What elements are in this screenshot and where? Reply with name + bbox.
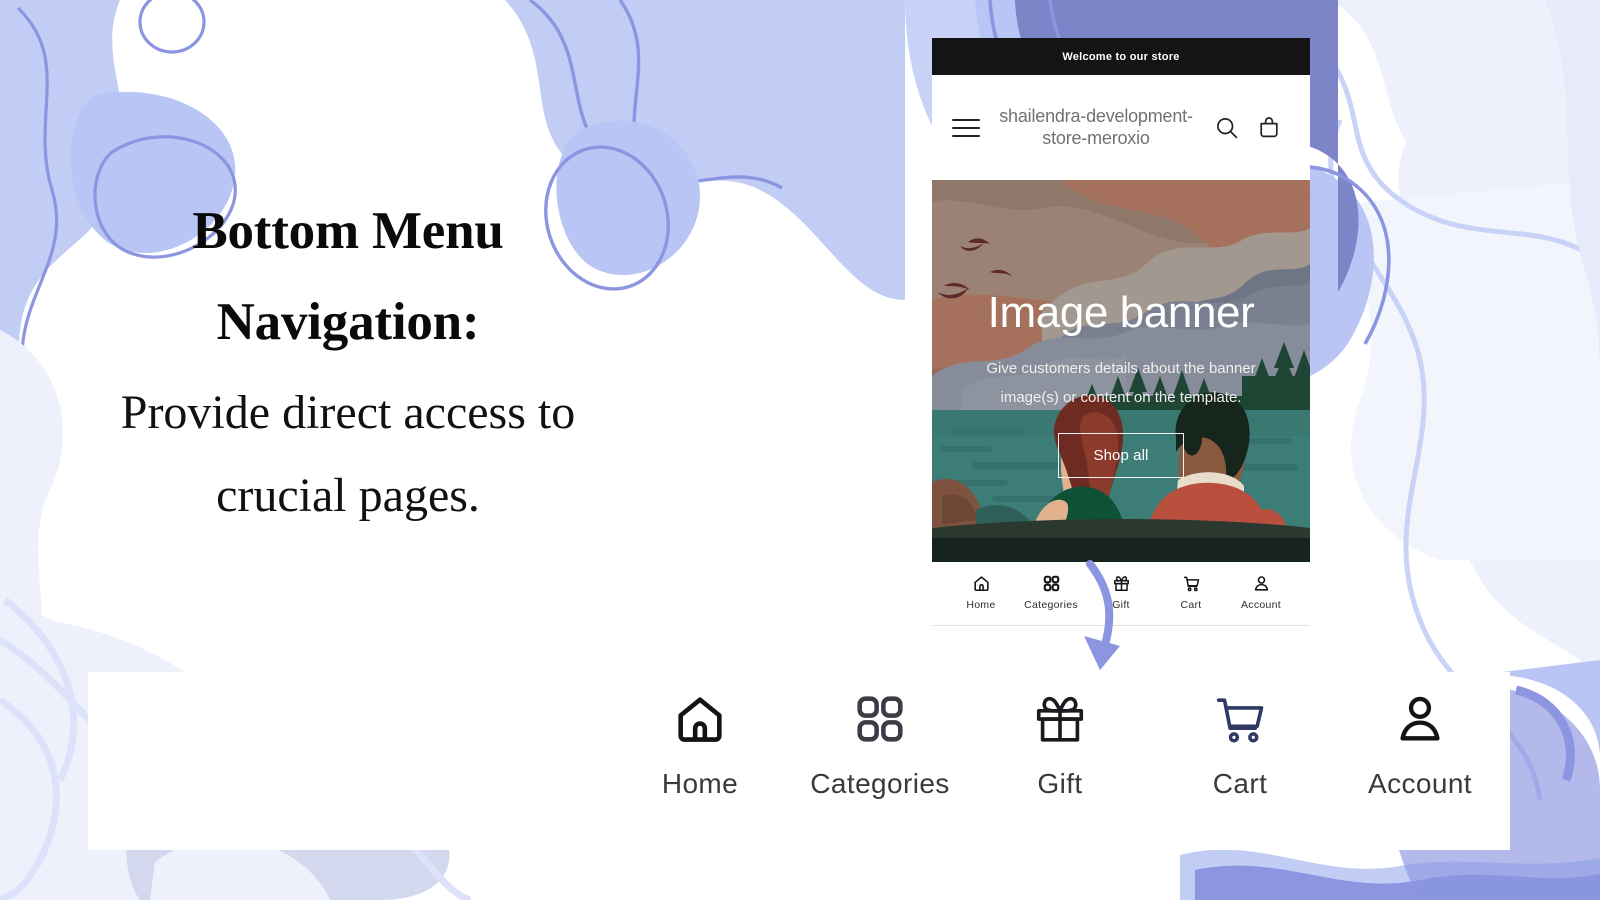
shop-all-button[interactable]: Shop all [1058, 432, 1184, 478]
store-name[interactable]: shailendra-development-store-meroxio [986, 106, 1206, 150]
banner-overlay: Image banner Give customers details abou… [932, 180, 1310, 562]
home-icon [972, 574, 991, 593]
nav-item-categories[interactable]: Categories [1016, 574, 1086, 611]
home-icon [671, 690, 729, 748]
nav-label: Home [966, 599, 996, 611]
page-title: Bottom Menu Navigation: [192, 202, 504, 352]
grid-squares-icon [851, 690, 909, 748]
gift-box-icon [1031, 690, 1089, 748]
showcase-label: Categories [810, 768, 950, 799]
gift-box-icon [1112, 574, 1131, 593]
nav-label: Cart [1180, 599, 1202, 611]
showcase-item-categories[interactable]: Categories [790, 690, 970, 800]
page-subtitle: Provide direct access to crucial pages. [120, 386, 576, 522]
showcase-label: Home [661, 768, 739, 799]
nav-label: Gift [1112, 599, 1130, 611]
slide-canvas: Bottom Menu Navigation: Provide direct a… [0, 0, 1600, 900]
announcement-text: Welcome to our store [1062, 50, 1180, 63]
showcase-item-gift[interactable]: Gift [970, 690, 1150, 800]
nav-item-account[interactable]: Account [1226, 574, 1296, 611]
shopping-cart-icon [1182, 574, 1201, 593]
mobile-bottom-nav: Home Categories Gift Cart Account [932, 562, 1310, 626]
nav-label: Categories [1024, 599, 1078, 611]
hamburger-bar [952, 134, 980, 137]
nav-item-gift[interactable]: Gift [1086, 574, 1156, 611]
copy-block: Bottom Menu Navigation: Provide direct a… [78, 186, 618, 537]
banner-heading: Image banner [987, 288, 1255, 338]
announcement-bar: Welcome to our store [932, 38, 1310, 75]
grid-squares-icon [1042, 574, 1061, 593]
store-header: shailendra-development-store-meroxio [932, 75, 1310, 180]
cart-bag-icon[interactable] [1248, 115, 1290, 141]
banner-subtext: Give customers details about the banner … [986, 360, 1256, 406]
search-icon[interactable] [1206, 115, 1248, 141]
storefront-mockup: Welcome to our store shailendra-developm… [932, 38, 1310, 626]
showcase-bottom-nav: Home Categories Gift Cart Account [610, 690, 1510, 800]
hamburger-bar [952, 126, 980, 129]
showcase-label: Gift [1037, 768, 1083, 799]
nav-item-cart[interactable]: Cart [1156, 574, 1226, 611]
showcase-label: Account [1368, 768, 1472, 799]
showcase-item-cart[interactable]: Cart [1150, 690, 1330, 800]
nav-item-home[interactable]: Home [946, 574, 1016, 611]
person-icon [1252, 574, 1271, 593]
person-icon [1391, 690, 1449, 748]
nav-label: Account [1240, 599, 1282, 611]
showcase-label: Cart [1212, 768, 1268, 799]
image-banner: Image banner Give customers details abou… [932, 180, 1310, 562]
shopping-cart-icon [1211, 690, 1269, 748]
showcase-item-account[interactable]: Account [1330, 690, 1510, 800]
hamburger-menu-icon[interactable] [952, 111, 986, 145]
showcase-item-home[interactable]: Home [610, 690, 790, 800]
hamburger-bar [952, 118, 980, 121]
